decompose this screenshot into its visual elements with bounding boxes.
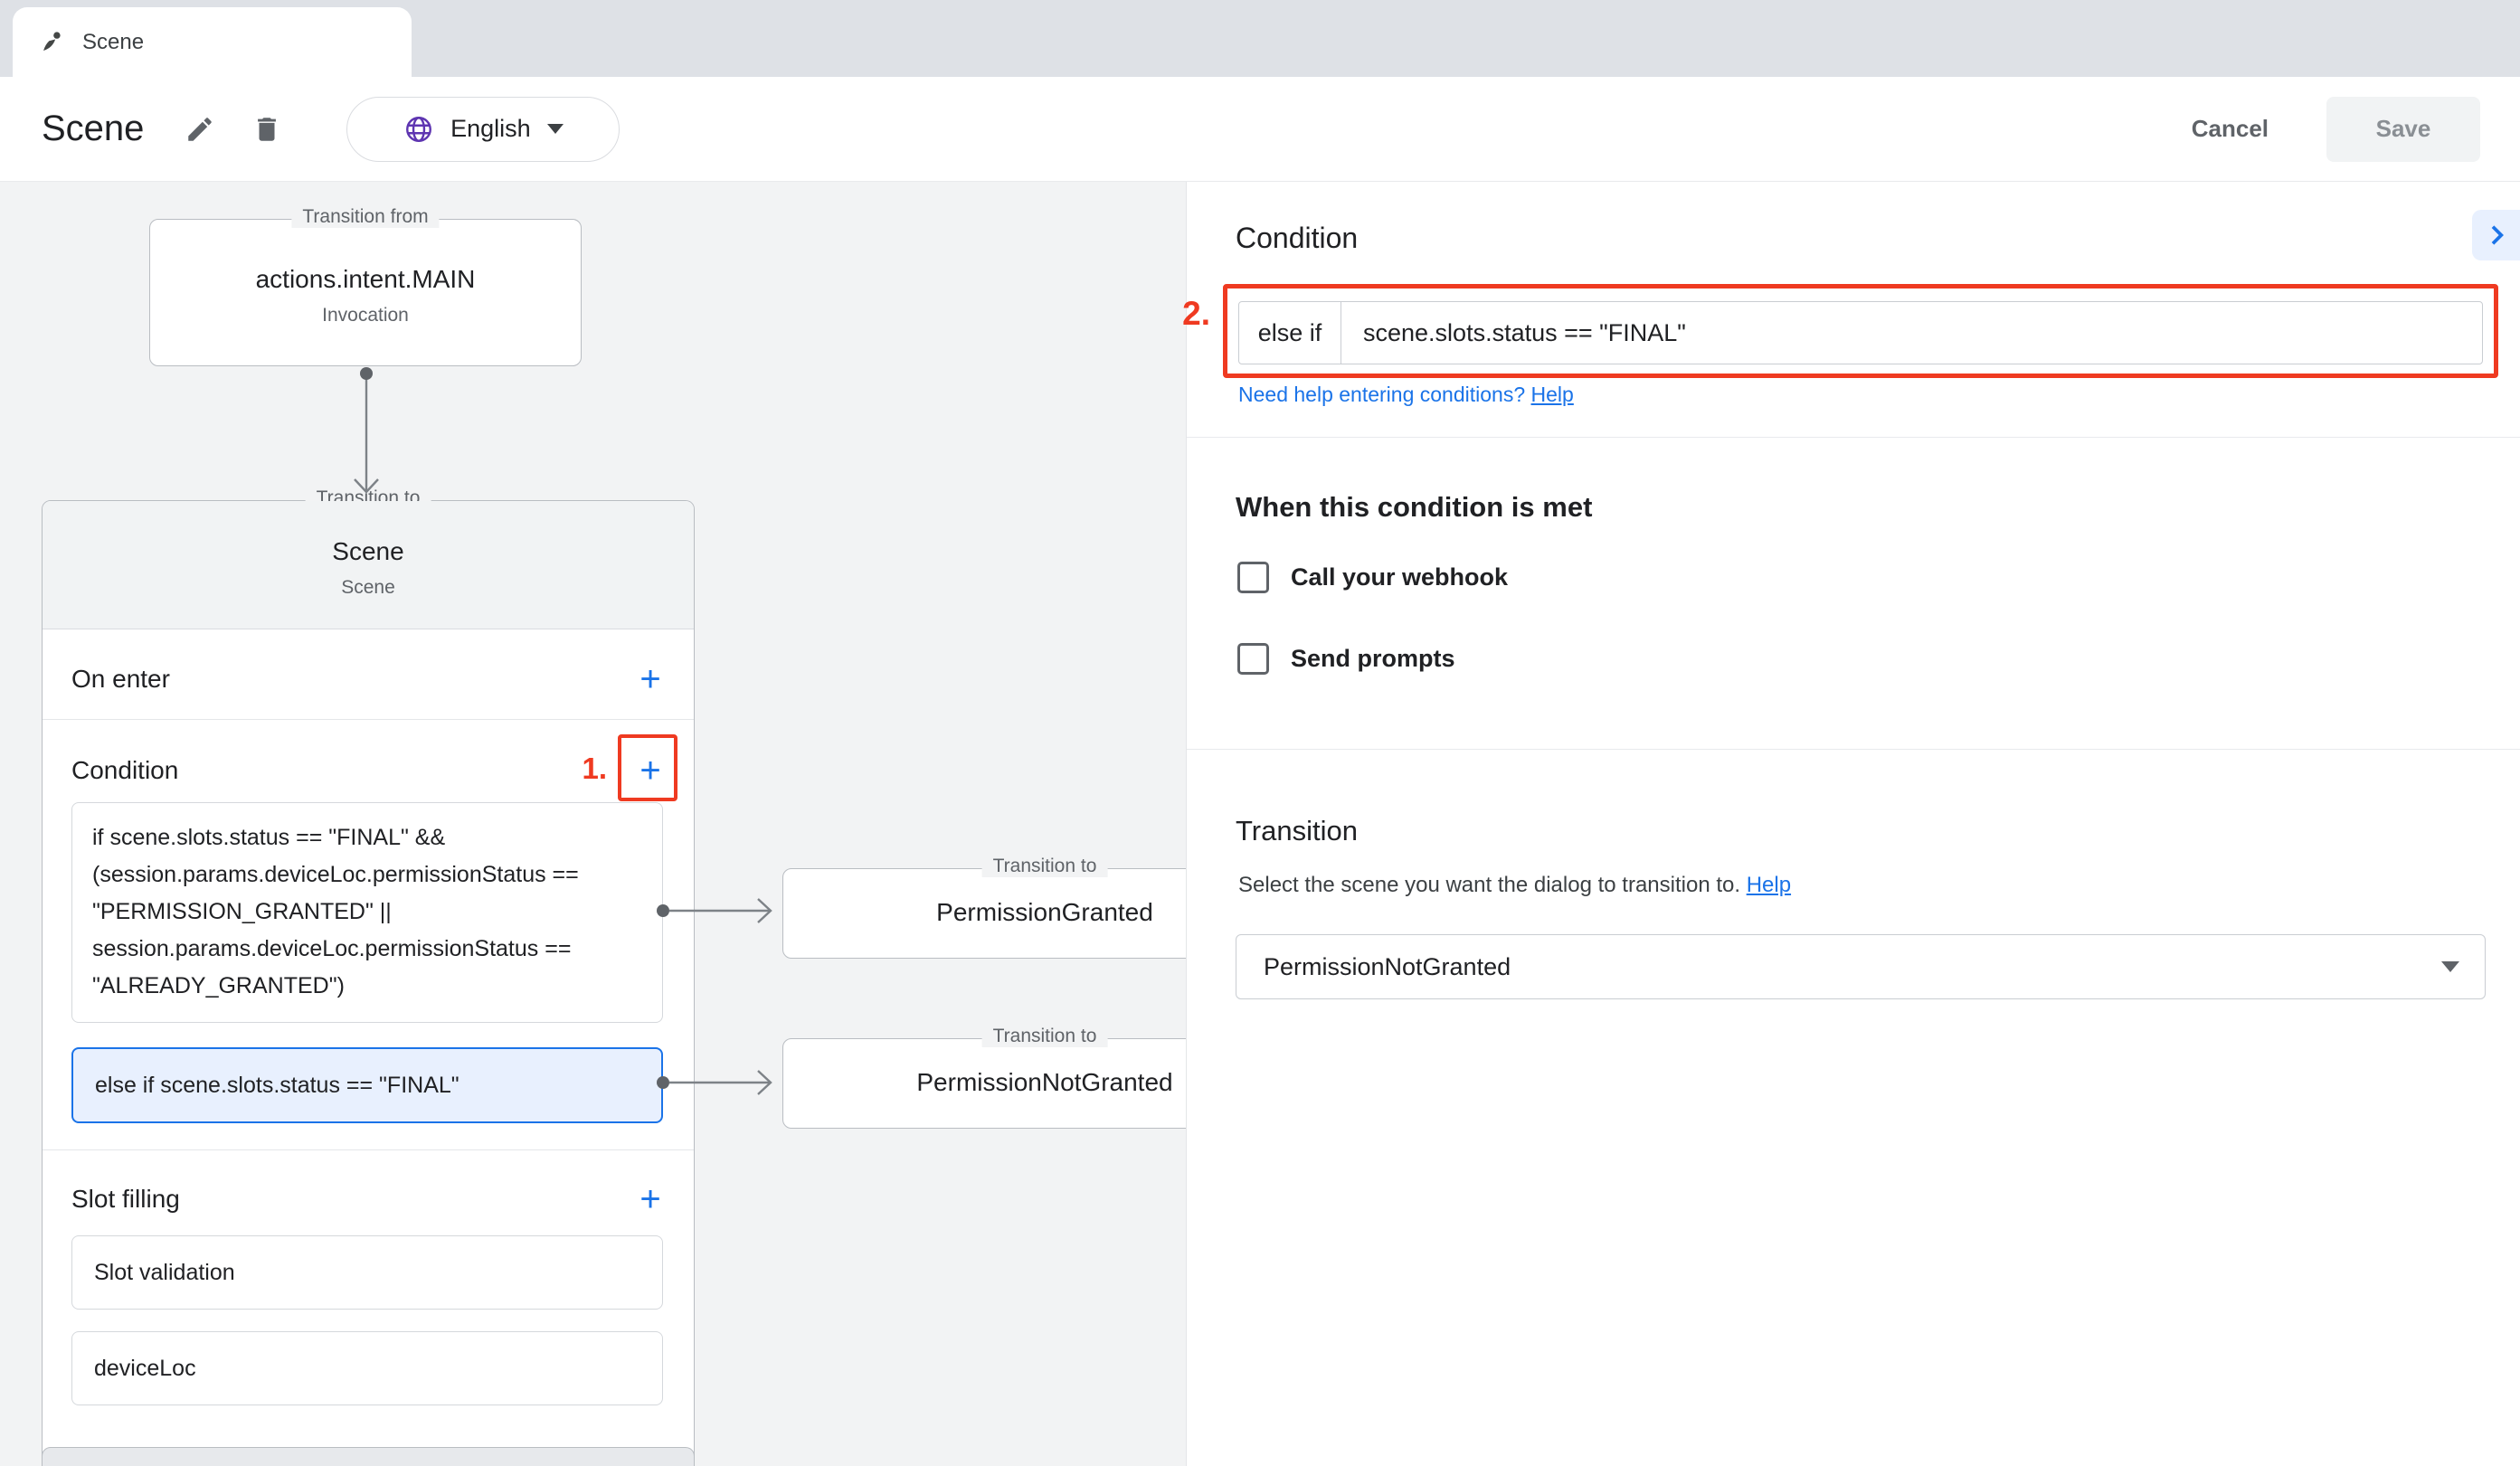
- page-title: Scene: [42, 109, 144, 149]
- globe-icon: [403, 114, 434, 145]
- transition-heading: Transition: [1236, 815, 1358, 847]
- transition-select-value: PermissionNotGranted: [1264, 953, 1511, 981]
- condition-prefix-label: else if: [1239, 302, 1341, 364]
- slot-item-validation[interactable]: Slot validation: [71, 1235, 663, 1310]
- slot-filling-label: Slot filling: [71, 1185, 180, 1214]
- transition-help-link[interactable]: Help: [1747, 873, 1791, 897]
- tab-scene[interactable]: Scene: [13, 7, 412, 77]
- help-prompt-text: Need help entering conditions?: [1238, 383, 1531, 406]
- condition-help-line: Need help entering conditions? Help: [1238, 383, 1574, 407]
- condition-expression-row: else if: [1238, 301, 2483, 364]
- send-prompts-checkbox[interactable]: [1237, 643, 1269, 675]
- scene-card-title: Scene: [43, 537, 694, 566]
- divider: [43, 1149, 694, 1150]
- call-webhook-checkbox[interactable]: [1237, 562, 1269, 593]
- add-condition-button[interactable]: +: [630, 751, 670, 790]
- save-button[interactable]: Save: [2326, 97, 2480, 162]
- edit-scene-button[interactable]: [176, 106, 223, 153]
- slot-item-deviceloc[interactable]: deviceLoc: [71, 1331, 663, 1405]
- help-link[interactable]: Help: [1531, 383, 1574, 406]
- browser-tab-bar: Scene: [0, 0, 2520, 77]
- intent-name: actions.intent.MAIN: [150, 265, 581, 294]
- target-legend: Transition to: [982, 856, 1108, 877]
- scene-editor-page: Scene Scene: [0, 0, 2520, 1466]
- on-enter-section: On enter +: [43, 644, 694, 714]
- scene-card-subtitle: Scene: [43, 577, 694, 599]
- assistant-icon: [40, 30, 64, 54]
- condition-section: Condition +: [43, 745, 694, 796]
- intent-type: Invocation: [150, 305, 581, 326]
- language-selector[interactable]: English: [346, 97, 620, 162]
- prompts-checkbox-row: Send prompts: [1237, 643, 1455, 675]
- chevron-right-icon: [2482, 221, 2511, 250]
- transition-select[interactable]: PermissionNotGranted: [1236, 934, 2486, 999]
- transition-from-node[interactable]: Transition from actions.intent.MAIN Invo…: [149, 219, 582, 366]
- divider: [1187, 437, 2520, 438]
- webhook-checkbox-row: Call your webhook: [1237, 562, 1508, 593]
- chevron-down-icon: [547, 124, 564, 134]
- condition-section-label: Condition: [71, 756, 178, 785]
- trash-icon: [251, 114, 282, 145]
- send-prompts-label: Send prompts: [1291, 645, 1455, 673]
- tab-title: Scene: [82, 30, 144, 55]
- condition-heading: Condition: [1236, 222, 1358, 255]
- condition-item-1[interactable]: if scene.slots.status == "FINAL" && (ses…: [71, 802, 663, 1023]
- transition-helper-text: Select the scene you want the dialog to …: [1238, 873, 1747, 897]
- target-legend: Transition to: [982, 1026, 1108, 1047]
- language-label: English: [450, 115, 531, 143]
- collapse-panel-button[interactable]: [2472, 210, 2520, 260]
- divider: [43, 719, 694, 720]
- when-condition-met-heading: When this condition is met: [1236, 491, 1592, 524]
- transition-from-legend: Transition from: [291, 206, 439, 228]
- condition-editor-panel: Condition else if Need help entering con…: [1186, 182, 2520, 1466]
- delete-scene-button[interactable]: [243, 106, 290, 153]
- slot-filling-section: Slot filling +: [43, 1174, 694, 1225]
- add-on-enter-button[interactable]: +: [630, 659, 670, 699]
- scene-node-card: Transition to Scene Scene On enter + Con…: [42, 500, 695, 1466]
- on-enter-label: On enter: [71, 665, 170, 694]
- add-slot-button[interactable]: +: [630, 1179, 670, 1219]
- collapsed-section-peek: [42, 1447, 695, 1466]
- chevron-down-icon: [2441, 961, 2459, 972]
- transition-helper-line: Select the scene you want the dialog to …: [1238, 873, 1791, 898]
- condition-expression-input[interactable]: [1341, 302, 2482, 364]
- divider: [1187, 749, 2520, 750]
- scene-card-header[interactable]: Scene Scene: [43, 501, 694, 629]
- condition-item-2-selected[interactable]: else if scene.slots.status == "FINAL": [71, 1047, 663, 1123]
- header-toolbar: Scene English: [0, 77, 2520, 182]
- pencil-icon: [185, 114, 215, 145]
- cancel-button[interactable]: Cancel: [2161, 115, 2299, 143]
- call-webhook-label: Call your webhook: [1291, 563, 1508, 591]
